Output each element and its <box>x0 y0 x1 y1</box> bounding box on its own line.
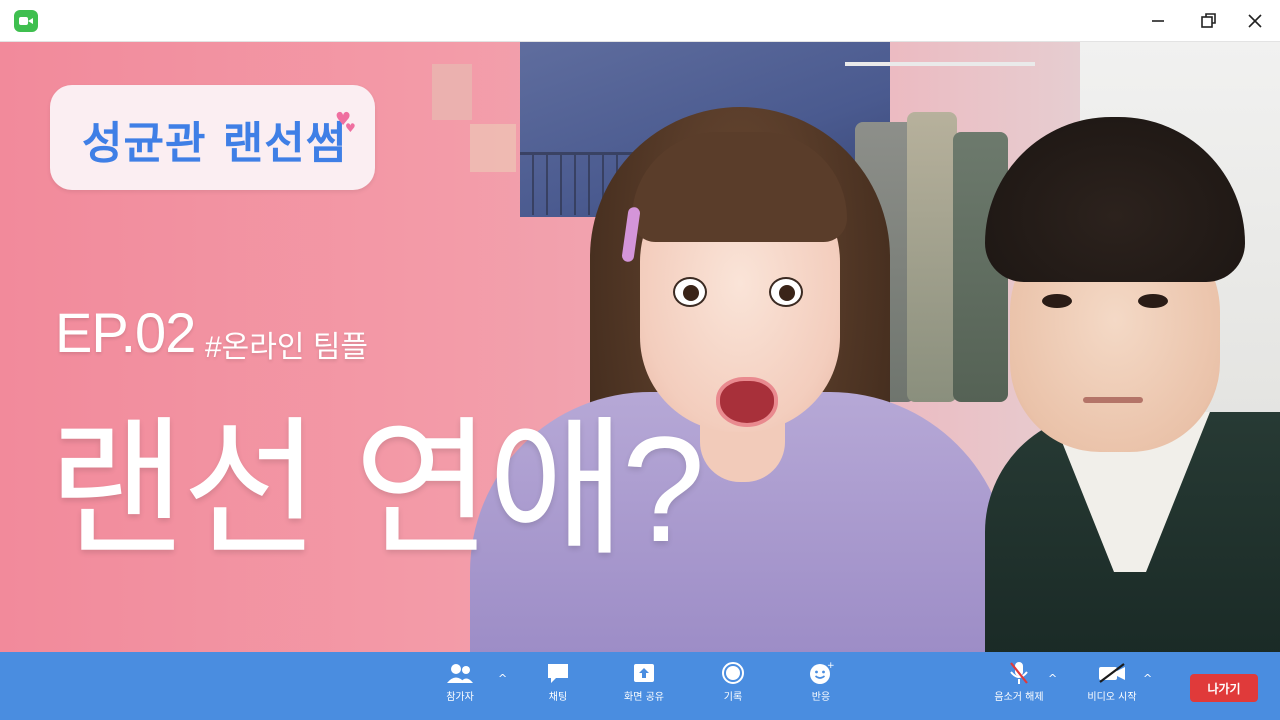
minimize-button[interactable] <box>1143 6 1173 36</box>
chat-label: 채팅 <box>548 692 568 703</box>
girl-eye <box>769 277 803 307</box>
series-title: 성균관 랜선썸 <box>82 118 348 169</box>
svg-text:+: + <box>827 661 834 671</box>
participants-options-caret[interactable]: ^ <box>498 672 507 685</box>
close-icon <box>1248 14 1262 28</box>
start-video-label: 비디오 시작 <box>1087 692 1137 703</box>
wall-sticker <box>470 124 516 172</box>
share-screen-icon <box>634 664 654 682</box>
chat-icon <box>548 664 568 683</box>
maximize-button[interactable] <box>1194 6 1224 36</box>
video-camera-off-icon <box>1099 663 1125 683</box>
episode-hashtag: #온라인 팀플 <box>205 331 369 364</box>
emoji-reaction-icon: + <box>810 661 834 684</box>
record-label: 기록 <box>723 692 743 703</box>
video-frame: 성균관 랜선썸 ♥ ♥ EP.02 #온라인 팀플 랜선 연애? <box>0 42 1280 652</box>
audio-options-caret[interactable]: ^ <box>1048 672 1057 685</box>
share-screen-button[interactable]: 화면 공유 <box>609 660 679 703</box>
girl-eye <box>673 277 707 307</box>
unmute-button[interactable]: 음소거 해제 <box>984 660 1054 703</box>
participants-label: 참가자 <box>446 692 474 703</box>
video-options-caret[interactable]: ^ <box>1143 672 1152 685</box>
record-button[interactable]: 기록 <box>698 660 768 703</box>
close-button[interactable] <box>1240 6 1270 36</box>
window-titlebar <box>0 0 1280 42</box>
participants-button[interactable]: 참가자 <box>425 660 495 703</box>
boy-mouth <box>1083 397 1143 403</box>
girl-mouth <box>716 377 778 427</box>
unmute-label: 음소거 해제 <box>994 692 1044 703</box>
heart-icon: ♥ <box>345 121 356 135</box>
restore-icon <box>1201 13 1216 28</box>
minimize-icon <box>1152 20 1164 22</box>
leave-meeting-button[interactable]: 나가기 <box>1190 674 1258 702</box>
start-video-button[interactable]: 비디오 시작 <box>1077 660 1147 703</box>
boy-eye <box>1138 294 1168 308</box>
episode-headline: 랜선 연애? <box>48 405 705 573</box>
reactions-button[interactable]: + 반응 <box>786 660 856 703</box>
episode-label: EP.02 <box>55 301 196 364</box>
meeting-toolbar: 참가자 ^ 채팅 화면 공유 기록 + 반응 음소거 해제 ^ 비디오 시작 ^ <box>0 652 1280 720</box>
microphone-muted-icon <box>1010 662 1028 684</box>
reactions-label: 반응 <box>811 692 831 703</box>
share-screen-label: 화면 공유 <box>624 692 664 703</box>
boy-eye <box>1042 294 1072 308</box>
record-icon <box>722 662 744 684</box>
chat-button[interactable]: 채팅 <box>523 660 593 703</box>
participants-icon <box>447 664 473 683</box>
series-title-badge: 성균관 랜선썸 ♥ ♥ <box>50 85 375 190</box>
wall-sticker <box>432 64 472 120</box>
video-app-icon <box>14 10 38 32</box>
